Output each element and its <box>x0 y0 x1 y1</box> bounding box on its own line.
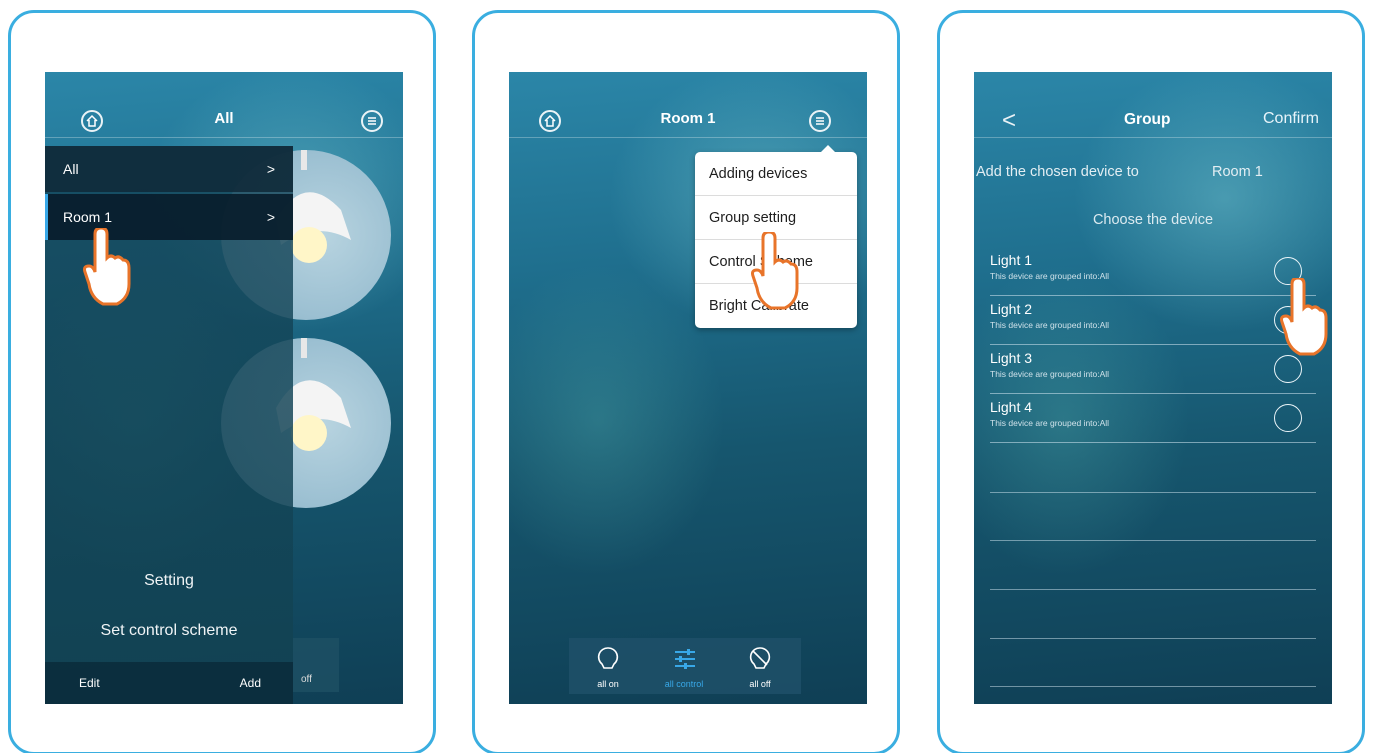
tap-hand-icon <box>1280 278 1328 356</box>
top-bar: All <box>45 72 403 138</box>
setting-link[interactable]: Setting <box>45 572 293 590</box>
app-screen-room: Room 1 Adding devices Group setting Cont… <box>509 72 867 704</box>
drawer-item-all[interactable]: All > <box>45 146 293 192</box>
all-off-label: off <box>301 674 312 685</box>
sliders-icon <box>675 649 695 669</box>
select-radio[interactable] <box>1274 404 1302 432</box>
list-divider <box>990 589 1316 590</box>
add-to-label: Add the chosen device to <box>976 164 1139 180</box>
all-off-label: all off <box>749 679 771 689</box>
page-title: All <box>214 110 234 127</box>
all-off-button[interactable]: off <box>293 638 339 692</box>
drawer-item-label: Room 1 <box>63 209 113 225</box>
device-name: Light 2 <box>990 301 1033 317</box>
select-radio[interactable] <box>1274 355 1302 383</box>
all-control-button[interactable]: all control <box>649 638 719 694</box>
drawer-item-label: All <box>63 161 79 177</box>
device-row[interactable]: Light 3 This device are grouped into:All <box>990 346 1316 394</box>
device-row[interactable]: Light 4 This device are grouped into:All <box>990 395 1316 443</box>
device-name: Light 3 <box>990 350 1033 366</box>
all-control-label: all control <box>664 679 704 689</box>
edit-button[interactable]: Edit <box>79 676 100 690</box>
back-icon[interactable]: < <box>1002 107 1016 135</box>
top-bar: Room 1 <box>509 72 867 138</box>
menu-item-adding-devices[interactable]: Adding devices <box>695 152 857 196</box>
device-group-info: This device are grouped into:All <box>990 271 1110 281</box>
device-group-info: This device are grouped into:All <box>990 369 1110 379</box>
device-row[interactable]: Light 2 This device are grouped into:All <box>990 297 1316 345</box>
all-on-label: all on <box>597 679 619 689</box>
app-screen-all: off All All > Room 1 > Setting Set contr… <box>45 72 403 704</box>
phone-frame-3: < Group Confirm Add the chosen device to… <box>937 10 1365 753</box>
list-divider <box>990 638 1316 639</box>
target-room[interactable]: Room 1 <box>1212 164 1263 180</box>
app-screen-group: < Group Confirm Add the chosen device to… <box>974 72 1332 704</box>
choose-device-heading: Choose the device <box>1092 212 1214 228</box>
device-name: Light 1 <box>990 252 1033 268</box>
list-divider <box>990 686 1316 687</box>
device-row[interactable]: Light 1 This device are grouped into:All <box>990 248 1316 296</box>
tap-hand-icon <box>751 232 799 310</box>
bulb-icon <box>597 647 619 669</box>
list-divider <box>990 540 1316 541</box>
top-bar: < Group Confirm <box>974 72 1332 138</box>
page-title: Group <box>1124 111 1171 128</box>
bulb-off-icon <box>749 647 771 669</box>
device-name: Light 4 <box>990 399 1033 415</box>
tap-hand-icon <box>83 228 131 306</box>
set-control-scheme-link[interactable]: Set control scheme <box>45 622 293 640</box>
list-divider <box>990 492 1316 493</box>
chevron-right-icon: > <box>266 161 275 177</box>
chevron-right-icon: > <box>266 209 275 225</box>
menu-icon[interactable] <box>361 110 383 132</box>
device-group-info: This device are grouped into:All <box>990 418 1110 428</box>
all-off-button[interactable]: all off <box>725 638 795 694</box>
menu-icon[interactable] <box>809 110 831 132</box>
bottom-control-bar: all on all control all off <box>569 638 801 694</box>
confirm-button[interactable]: Confirm <box>1250 110 1332 128</box>
all-on-button[interactable]: all on <box>573 638 643 694</box>
phone-frame-1: off All All > Room 1 > Setting Set contr… <box>8 10 436 753</box>
device-group-info: This device are grouped into:All <box>990 320 1110 330</box>
drawer-footer: Edit Add <box>45 662 293 704</box>
add-button[interactable]: Add <box>240 676 261 690</box>
phone-frame-2: Room 1 Adding devices Group setting Cont… <box>472 10 900 753</box>
